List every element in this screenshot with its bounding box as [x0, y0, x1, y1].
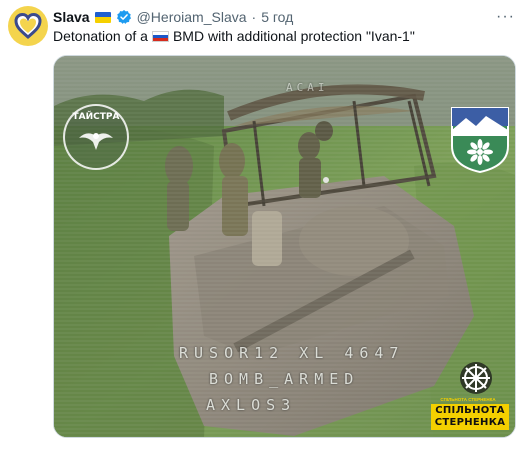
author-name[interactable]: Slava	[53, 9, 90, 25]
osd-top-text: ACAI	[286, 81, 329, 94]
timestamp[interactable]: 5 год	[261, 9, 293, 25]
ukraine-flag-icon	[94, 11, 111, 23]
osd-line-1: RUSOR12 XL 4647	[179, 344, 405, 362]
author-handle[interactable]: @Heroiam_Slava	[137, 9, 247, 25]
osd-line-3: AXLOS3	[206, 396, 297, 414]
community-label-line-2: СТЕРНЕНКА	[434, 417, 506, 428]
more-options-icon[interactable]: ···	[496, 8, 515, 26]
tweet-text: Detonation of a BMD with additional prot…	[53, 27, 509, 45]
tweet-video[interactable]: ACAI RUSOR12 XL 4647 BOMB_ARMED AXLOS3 Т…	[53, 55, 516, 438]
brigade-shield-badge	[450, 106, 510, 174]
tweet-header: Slava @Heroiam_Slava · 5 год	[53, 7, 495, 27]
avatar[interactable]	[8, 6, 48, 46]
mountain-edelweiss-icon	[451, 107, 509, 174]
community-small-text: СПІЛЬНОТА СТЕРНЕНКА	[440, 397, 496, 402]
community-watermark: СПІЛЬНОТА СТЕРНЕНКА СПІЛЬНОТА СТЕРНЕНКА	[426, 356, 512, 434]
community-label: СПІЛЬНОТА СТЕРНЕНКА	[431, 404, 509, 430]
heart-logo-icon	[14, 12, 42, 39]
stork-icon	[79, 133, 113, 150]
tweet-text-before: Detonation of a	[53, 28, 148, 44]
russia-flag-icon	[151, 30, 169, 42]
osd-line-2: BOMB_ARMED	[209, 370, 360, 388]
separator-dot: ·	[251, 9, 257, 25]
verified-badge-icon	[116, 9, 132, 25]
tweet-text-after: BMD with additional protection "Ivan-1"	[172, 28, 415, 44]
community-label-line-1: СПІЛЬНОТА	[435, 405, 505, 416]
unit-logo-left: ТАЙСТРА	[63, 104, 129, 170]
